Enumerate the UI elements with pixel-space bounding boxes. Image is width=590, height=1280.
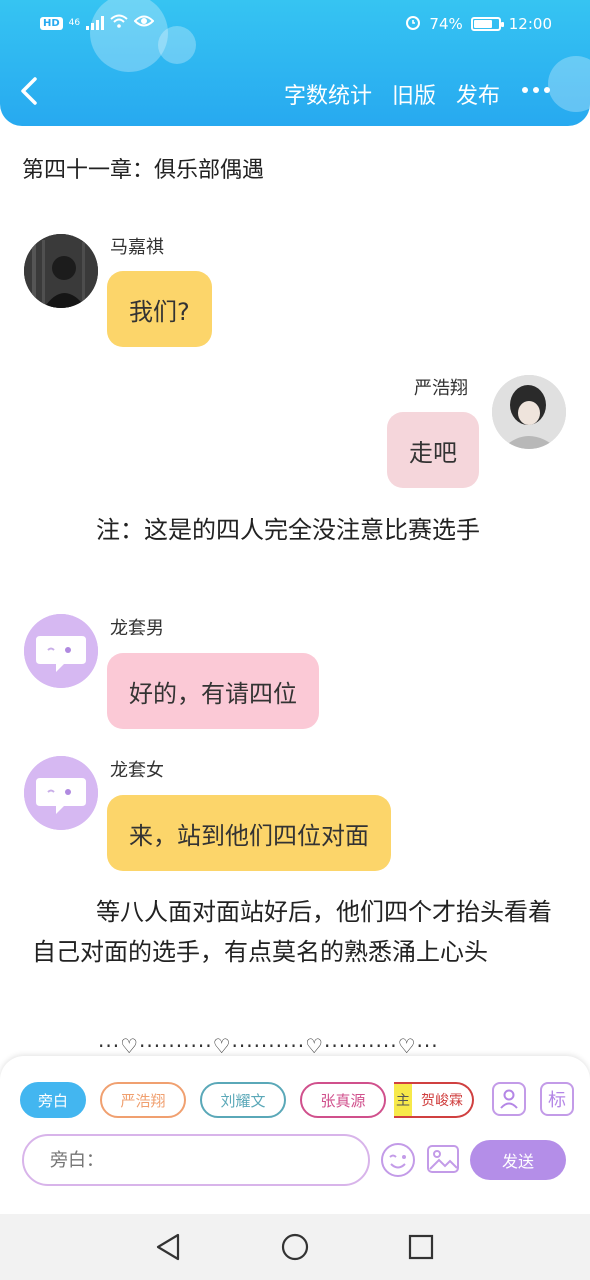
hd-badge: HD — [40, 16, 63, 30]
image-button[interactable] — [426, 1142, 460, 1180]
clock: 12:00 — [508, 15, 552, 33]
sender-name: 龙套女 — [110, 760, 164, 781]
send-button[interactable]: 发送 — [470, 1140, 566, 1180]
avatar-extra-female[interactable] — [24, 756, 98, 830]
message-bubble[interactable]: 来，站到他们四位对面 — [107, 795, 391, 871]
wifi-icon — [110, 14, 128, 32]
status-right: 74% 12:00 — [405, 14, 552, 34]
role-chip-yanhaoxiang[interactable]: 严浩翔 — [100, 1082, 186, 1118]
nav-back-button[interactable] — [154, 1232, 182, 1266]
triangle-back-icon — [156, 1233, 180, 1261]
header-actions: 字数统计 旧版 发布 — [284, 78, 552, 110]
emoji-button[interactable] — [380, 1142, 416, 1182]
top-header: HD 46 74% 12:00 字数统计 旧版 发布 — [0, 0, 590, 126]
message-bubble[interactable]: 好的，有请四位 — [107, 653, 319, 729]
narration-text: 注：这是的四人完全没注意比赛选手 — [96, 516, 480, 544]
network-type: 46 — [68, 18, 81, 28]
image-icon — [427, 1145, 459, 1173]
avatar-yanhaoxiang[interactable] — [492, 375, 566, 449]
role-chip-liuyaowen[interactable]: 刘耀文 — [200, 1082, 286, 1118]
chevron-left-icon — [21, 77, 37, 105]
old-version-button[interactable]: 旧版 — [392, 78, 436, 110]
role-chip-hejunlin[interactable]: 主 贺峻霖 — [394, 1082, 474, 1118]
smiley-icon — [381, 1143, 415, 1177]
publish-button[interactable]: 发布 — [456, 78, 500, 110]
avatar-extra-male[interactable] — [24, 614, 98, 688]
main-role-tag: 主 — [394, 1084, 412, 1116]
battery-percent: 74% — [429, 15, 463, 33]
message-input[interactable] — [22, 1134, 370, 1186]
chat-bubble-face-icon — [24, 756, 98, 830]
character-manage-button[interactable] — [492, 1082, 526, 1116]
status-left: HD 46 — [40, 14, 155, 32]
sender-name: 严浩翔 — [414, 378, 468, 399]
compose-panel: 旁白 严浩翔 刘耀文 张真源 主 贺峻霖 标 发送 — [0, 1056, 590, 1214]
back-button[interactable] — [18, 76, 48, 116]
circle-home-icon — [281, 1233, 309, 1261]
word-count-button[interactable]: 字数统计 — [284, 78, 372, 110]
narration-text: 等八人面对面站好后，他们四个才抬头看着自己对面的选手，有点莫名的熟悉涌上心头 — [32, 898, 552, 966]
person-icon — [500, 1089, 518, 1109]
eye-icon — [133, 14, 155, 32]
nav-recents-button[interactable] — [406, 1232, 436, 1266]
message-bubble[interactable]: 走吧 — [387, 412, 479, 488]
battery-icon — [470, 17, 504, 31]
tag-button[interactable]: 标 — [540, 1082, 574, 1116]
decor-bubble — [548, 56, 590, 112]
role-chip-narrator[interactable]: 旁白 — [20, 1082, 86, 1118]
sender-name: 马嘉祺 — [110, 237, 164, 258]
signal-icon — [86, 16, 105, 30]
avatar-majiaqi[interactable] — [24, 234, 98, 308]
role-chip-label: 贺峻霖 — [421, 1093, 463, 1109]
more-dots-icon — [522, 87, 550, 93]
chapter-title: 第四十一章：俱乐部偶遇 — [22, 158, 265, 183]
status-bar: HD 46 74% 12:00 — [0, 8, 590, 40]
heart-divider: ···♡··········♡··········♡··········♡··· — [98, 1034, 439, 1058]
chat-bubble-face-icon — [24, 614, 98, 688]
square-recents-icon — [408, 1234, 434, 1260]
role-chip-zhangzhenyuan[interactable]: 张真源 — [300, 1082, 386, 1118]
more-menu-button[interactable] — [520, 78, 552, 110]
message-bubble[interactable]: 我们? — [107, 271, 212, 347]
sender-name: 龙套男 — [110, 618, 164, 639]
system-nav-bar — [0, 1214, 590, 1280]
alarm-icon — [405, 14, 421, 34]
battery-level — [473, 20, 492, 28]
nav-home-button[interactable] — [280, 1232, 310, 1266]
